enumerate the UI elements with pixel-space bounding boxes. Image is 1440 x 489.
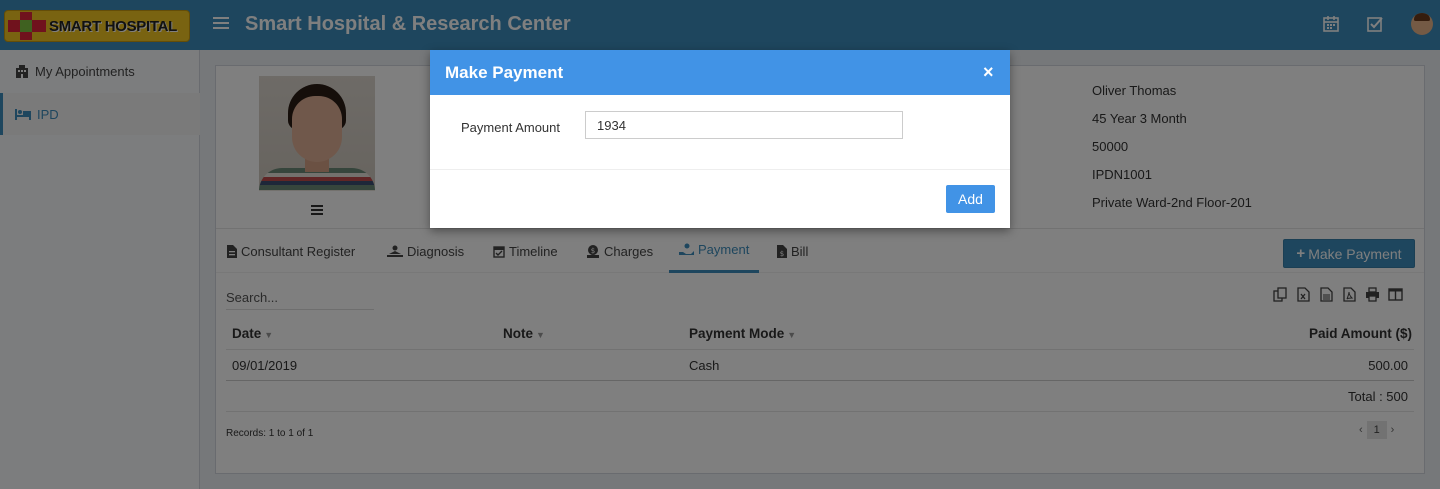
make-payment-modal: Make Payment × Payment Amount Add	[430, 50, 1010, 228]
close-icon[interactable]: ×	[983, 62, 994, 83]
modal-header: Make Payment ×	[430, 50, 1010, 95]
payment-amount-label: Payment Amount	[461, 120, 560, 135]
modal-title: Make Payment	[445, 63, 564, 82]
add-button[interactable]: Add	[946, 185, 995, 213]
payment-amount-input[interactable]	[585, 111, 903, 139]
